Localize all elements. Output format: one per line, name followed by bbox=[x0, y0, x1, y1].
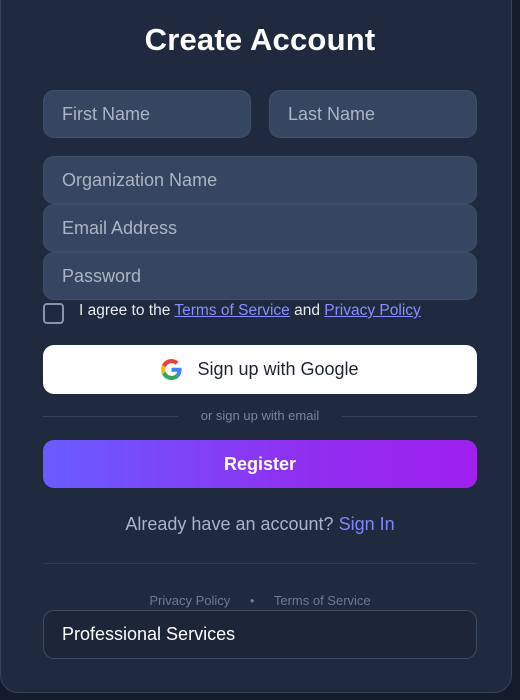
organization-name-placeholder: Organization Name bbox=[62, 169, 218, 190]
privacy-policy-link[interactable]: Privacy Policy bbox=[324, 302, 420, 319]
google-signup-label: Sign up with Google bbox=[197, 359, 359, 379]
footer-terms-link[interactable]: Terms of Service bbox=[274, 593, 371, 608]
last-name-field[interactable]: Last Name bbox=[269, 90, 477, 138]
register-button[interactable]: Register bbox=[43, 440, 477, 488]
google-logo-icon bbox=[161, 359, 182, 380]
terms-checkbox[interactable] bbox=[43, 303, 64, 324]
footer-separator-line bbox=[43, 563, 477, 564]
signin-prompt: Already have an account? bbox=[125, 514, 334, 534]
terms-agreement-row: I agree to the Terms of Service and Priv… bbox=[43, 299, 483, 329]
footer-links: Privacy Policy • Terms of Service bbox=[0, 593, 520, 608]
email-divider: or sign up with email bbox=[43, 408, 477, 426]
google-signup-button[interactable]: Sign up with Google bbox=[43, 345, 477, 394]
industry-select[interactable]: Professional Services bbox=[43, 610, 477, 659]
industry-select-value: Professional Services bbox=[62, 624, 236, 644]
organization-name-field[interactable]: Organization Name bbox=[43, 156, 477, 204]
password-placeholder: Password bbox=[62, 265, 142, 286]
first-name-field[interactable]: First Name bbox=[43, 90, 251, 138]
terms-prefix: I agree to the bbox=[79, 302, 171, 319]
signin-prompt-row: Already have an account? Sign In bbox=[0, 514, 520, 535]
footer-dot-separator: • bbox=[249, 593, 255, 608]
first-name-placeholder: First Name bbox=[62, 103, 151, 124]
last-name-placeholder: Last Name bbox=[288, 103, 376, 124]
footer-privacy-link[interactable]: Privacy Policy bbox=[149, 593, 230, 608]
signin-link[interactable]: Sign In bbox=[339, 514, 395, 534]
divider-line-right bbox=[342, 416, 477, 417]
terms-of-service-link[interactable]: Terms of Service bbox=[174, 302, 289, 319]
terms-text: I agree to the Terms of Service and Priv… bbox=[79, 302, 421, 320]
email-field[interactable]: Email Address bbox=[43, 204, 477, 252]
email-placeholder: Email Address bbox=[62, 217, 178, 238]
password-field[interactable]: Password bbox=[43, 252, 477, 300]
page-title: Create Account bbox=[144, 22, 376, 57]
terms-and: and bbox=[294, 302, 320, 319]
register-label: Register bbox=[223, 453, 297, 474]
